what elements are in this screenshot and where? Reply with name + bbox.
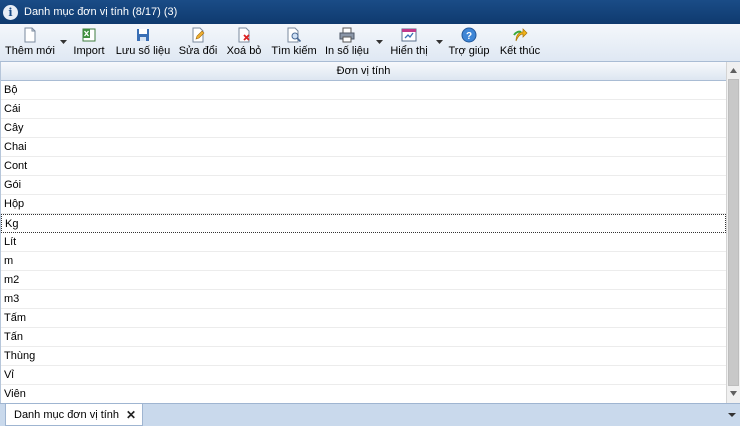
excel-icon (82, 28, 96, 42)
save-icon (137, 29, 149, 41)
close-icon[interactable]: ✕ (126, 408, 136, 422)
table-row[interactable]: Cont (1, 157, 726, 176)
svg-text:?: ? (466, 31, 472, 42)
scroll-up-button[interactable] (727, 63, 740, 78)
table-row[interactable]: m2 (1, 271, 726, 290)
table-row[interactable]: Viên (1, 385, 726, 404)
table-row[interactable]: Hộp (1, 195, 726, 214)
exit-icon (513, 28, 528, 42)
vertical-scrollbar[interactable] (726, 62, 740, 403)
info-icon: i (3, 4, 18, 20)
table-row[interactable]: Chai (1, 138, 726, 157)
display-icon (401, 28, 417, 42)
table-row[interactable]: Lít (1, 233, 726, 252)
printer-icon (339, 27, 355, 43)
new-document-icon (24, 27, 36, 43)
table-row[interactable]: Vỉ (1, 366, 726, 385)
table-row[interactable]: m (1, 252, 726, 271)
window-title: Danh mục đơn vị tính (8/17) (3) (24, 6, 178, 18)
new-button[interactable]: Thêm mới (4, 26, 56, 60)
toolbar: Thêm mới Import Lưu số liệu Sửa đổi Xoá … (0, 24, 740, 62)
column-header-unit[interactable]: Đơn vị tính (1, 62, 726, 81)
print-dropdown-icon[interactable] (376, 39, 383, 45)
scroll-thumb[interactable] (728, 79, 739, 386)
chevron-up-icon (730, 68, 737, 73)
chevron-down-icon (730, 391, 737, 396)
table-row[interactable]: Bộ (1, 81, 726, 100)
import-button[interactable]: Import (73, 26, 105, 60)
exit-button[interactable]: Kết thúc (498, 26, 542, 60)
search-icon (287, 27, 302, 43)
edit-icon (192, 27, 205, 43)
edit-button[interactable]: Sửa đổi (178, 26, 218, 60)
tab-bar: Danh mục đơn vị tính ✕ (0, 403, 740, 426)
table-row[interactable]: m3 (1, 290, 726, 309)
table-row[interactable]: Gói (1, 176, 726, 195)
delete-button[interactable]: Xoá bỏ (225, 26, 263, 60)
table-row[interactable]: Cây (1, 119, 726, 138)
tab-unit-catalog[interactable]: Danh mục đơn vị tính ✕ (5, 404, 143, 426)
title-bar: i Danh mục đơn vị tính (8/17) (3) (0, 0, 740, 24)
table-row[interactable]: Thùng (1, 347, 726, 366)
help-icon: ? (461, 27, 477, 43)
new-dropdown-icon[interactable] (60, 39, 67, 45)
display-button[interactable]: Hiển thị (389, 26, 429, 60)
print-button[interactable]: In số liệu (324, 26, 370, 60)
scroll-down-button[interactable] (727, 386, 740, 401)
save-button[interactable]: Lưu số liệu (116, 26, 170, 60)
table-row[interactable]: Tấn (1, 328, 726, 347)
delete-icon (238, 27, 250, 43)
tab-list-dropdown-icon[interactable] (728, 412, 736, 418)
table-row[interactable]: Tấm (1, 309, 726, 328)
display-dropdown-icon[interactable] (436, 39, 443, 45)
table-row[interactable]: Cái (1, 100, 726, 119)
table-row-focused[interactable]: Kg (1, 214, 726, 233)
help-button[interactable]: ? Trợ giúp (448, 26, 490, 60)
search-button[interactable]: Tìm kiếm (271, 26, 317, 60)
unit-grid: Đơn vị tính Bộ Cái Cây Chai Cont Gói Hộp… (0, 62, 726, 404)
